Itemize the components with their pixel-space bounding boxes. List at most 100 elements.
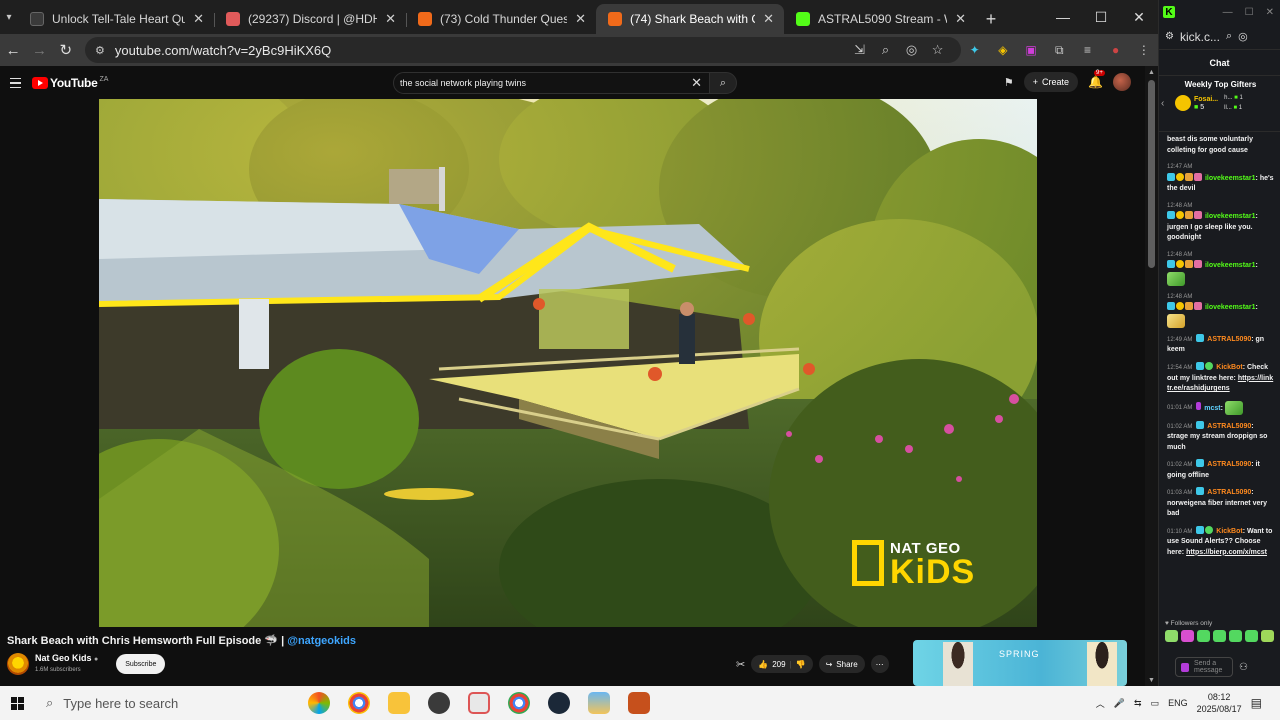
clock[interactable]: 08:12 2025/08/17 — [1197, 691, 1242, 715]
microphone-icon[interactable]: 🎤 — [1114, 698, 1125, 709]
top-gifter[interactable]: Fosai... ■ 5 — [1175, 95, 1218, 111]
runner-up-gifters[interactable]: h... ■ 1 ll... ■ 1 — [1224, 93, 1243, 113]
send-icon[interactable]: ⚇ — [1239, 662, 1248, 673]
youtube-logo[interactable]: YouTube ZA — [32, 76, 108, 90]
forward-icon[interactable]: → — [26, 36, 52, 64]
video-player[interactable]: NAT GEO KiDS — [99, 99, 1037, 627]
obs-icon[interactable] — [428, 692, 450, 714]
url-text[interactable]: youtube.com/watch?v=2yBc9HiKX6Q — [115, 43, 847, 58]
app-icon[interactable] — [588, 692, 610, 714]
cast-icon[interactable]: ⚑ — [1004, 76, 1014, 89]
clip-icon[interactable]: ✂ — [736, 658, 745, 671]
tab-cold-thunder[interactable]: (73) Cold Thunder Quest Walkt ✕ — [406, 4, 596, 34]
tab-discord[interactable]: (29237) Discord | @HDHDH ✕ — [214, 4, 407, 34]
chat-username[interactable]: ASTRAL5090 — [1207, 461, 1251, 468]
game-icon[interactable] — [628, 692, 650, 714]
more-actions-button[interactable]: ⋯ — [870, 655, 889, 673]
scroll-down-icon[interactable]: ▼ — [1148, 677, 1155, 684]
chat-username[interactable]: ilovekeemstar1 — [1205, 304, 1256, 311]
page-scrollbar[interactable]: ▲ ▼ — [1145, 66, 1158, 686]
bookmark-star-icon[interactable]: ☆ — [925, 37, 951, 63]
minimize-button[interactable]: — — [1223, 7, 1233, 18]
chat-username[interactable]: ilovekeemstar1 — [1205, 262, 1256, 269]
chrome-icon[interactable] — [348, 692, 370, 714]
scrollbar-thumb[interactable] — [1148, 80, 1155, 268]
chat-username[interactable]: ASTRAL5090 — [1207, 489, 1251, 496]
network-icon[interactable]: ⇆ — [1134, 698, 1142, 709]
media-icon[interactable]: ≡ — [1073, 36, 1101, 64]
channel-name[interactable]: Nat Geo Kids ● — [35, 653, 98, 665]
chat-username[interactable]: ASTRAL5090 — [1207, 336, 1251, 343]
kick-url[interactable]: kick.c... — [1180, 30, 1220, 44]
tab-astral-stream[interactable]: ASTRAL5090 Stream - Watch Li ✕ — [784, 4, 976, 34]
puzzle-icon[interactable]: ⧉ — [1045, 36, 1073, 64]
snipping-tool-icon[interactable] — [468, 692, 490, 714]
close-icon[interactable]: ✕ — [385, 11, 396, 27]
chat-username[interactable]: mcst — [1204, 404, 1220, 411]
eye-off-icon[interactable]: ◎ — [1238, 30, 1248, 43]
chat-link[interactable]: https://bierp.com/x/mcst — [1186, 549, 1267, 556]
notifications-bell-icon[interactable]: 🔔 9+ — [1088, 70, 1105, 89]
back-icon[interactable]: ← — [0, 36, 26, 64]
site-info-icon[interactable]: ⚙ — [95, 44, 105, 57]
reload-icon[interactable]: ↻ — [53, 36, 79, 64]
chat-username[interactable]: KickBot — [1216, 528, 1242, 535]
new-tab-button[interactable]: + — [976, 4, 1006, 34]
display-icon[interactable]: ▭ — [1151, 698, 1160, 709]
install-icon[interactable]: ⇲ — [847, 37, 873, 63]
thumbs-down-icon[interactable]: 👎 — [796, 660, 806, 669]
extension-icon[interactable]: ▣ — [1017, 36, 1045, 64]
zoom-icon[interactable]: ⌕ — [1226, 30, 1232, 43]
profile-icon[interactable]: ● — [1102, 36, 1130, 64]
steam-icon[interactable] — [548, 692, 570, 714]
search-input[interactable]: the social network playing twins ✕ — [393, 72, 711, 94]
close-window-button[interactable]: ✕ — [1120, 0, 1158, 34]
language-indicator[interactable]: ENG — [1168, 698, 1188, 708]
tab-search-icon[interactable]: ▾ — [0, 0, 18, 34]
file-explorer-icon[interactable] — [388, 692, 410, 714]
create-button[interactable]: + Create — [1023, 72, 1079, 92]
extension-icon[interactable]: ◈ — [989, 36, 1017, 64]
tab-unlock-quest[interactable]: Unlock Tell-Tale Heart Quest ✕ — [18, 4, 215, 34]
channel-avatar[interactable] — [7, 653, 29, 675]
chat-message: 12:48 AM ilovekeemstar1: — [1167, 292, 1274, 328]
search-button[interactable]: ⌕ — [709, 72, 737, 94]
chat-input[interactable]: Send a message — [1175, 657, 1233, 677]
close-icon[interactable]: ✕ — [575, 11, 586, 27]
minimize-button[interactable]: — — [1044, 0, 1082, 34]
chat-username[interactable]: KickBot — [1216, 364, 1242, 371]
address-bar[interactable]: ⚙ youtube.com/watch?v=2yBc9HiKX6Q ⇲ ⌕ ◎ … — [84, 37, 961, 63]
ad-thumbnail[interactable]: SPRING — [913, 640, 1127, 686]
menu-dots-icon[interactable]: ⋮ — [1130, 36, 1158, 64]
subscribe-button[interactable]: Subscribe — [116, 654, 166, 674]
chat-username[interactable]: ilovekeemstar1 — [1205, 175, 1256, 182]
copilot-icon[interactable] — [308, 692, 330, 714]
notifications-icon[interactable]: ▤ — [1251, 696, 1262, 710]
maximize-button[interactable]: ☐ — [1245, 7, 1254, 18]
site-info-icon[interactable]: ⚙ — [1165, 31, 1174, 42]
chat-username[interactable]: ilovekeemstar1 — [1205, 213, 1256, 220]
chevron-up-icon[interactable]: ︿ — [1096, 697, 1105, 710]
like-button[interactable]: 👍 209 | 👎 — [751, 655, 813, 673]
start-button[interactable] — [0, 686, 34, 720]
extension-icon[interactable]: ✦ — [961, 36, 989, 64]
share-button[interactable]: ↪ Share — [818, 655, 865, 673]
close-icon[interactable]: ✕ — [955, 11, 966, 27]
clear-search-icon[interactable]: ✕ — [691, 75, 702, 91]
channel-handle-link[interactable]: @natgeokids — [287, 635, 356, 647]
chevron-left-icon[interactable]: ‹ — [1161, 98, 1164, 109]
emote-quickbar[interactable] — [1165, 630, 1280, 642]
eye-off-icon[interactable]: ◎ — [899, 37, 925, 63]
avatar[interactable] — [1113, 73, 1131, 91]
menu-icon[interactable] — [4, 77, 26, 89]
tab-shark-beach[interactable]: (74) Shark Beach with Chris ✕ — [596, 4, 784, 34]
zoom-icon[interactable]: ⌕ — [873, 37, 899, 63]
close-window-button[interactable]: ✕ — [1266, 7, 1274, 18]
close-icon[interactable]: ✕ — [763, 11, 774, 27]
chat-username[interactable]: ASTRAL5090 — [1207, 423, 1251, 430]
maximize-button[interactable]: ☐ — [1082, 0, 1120, 34]
scroll-up-icon[interactable]: ▲ — [1148, 69, 1155, 76]
taskbar-search[interactable]: ⌕ Type here to search — [34, 686, 264, 720]
chrome-icon[interactable] — [508, 692, 530, 714]
close-icon[interactable]: ✕ — [193, 11, 204, 27]
